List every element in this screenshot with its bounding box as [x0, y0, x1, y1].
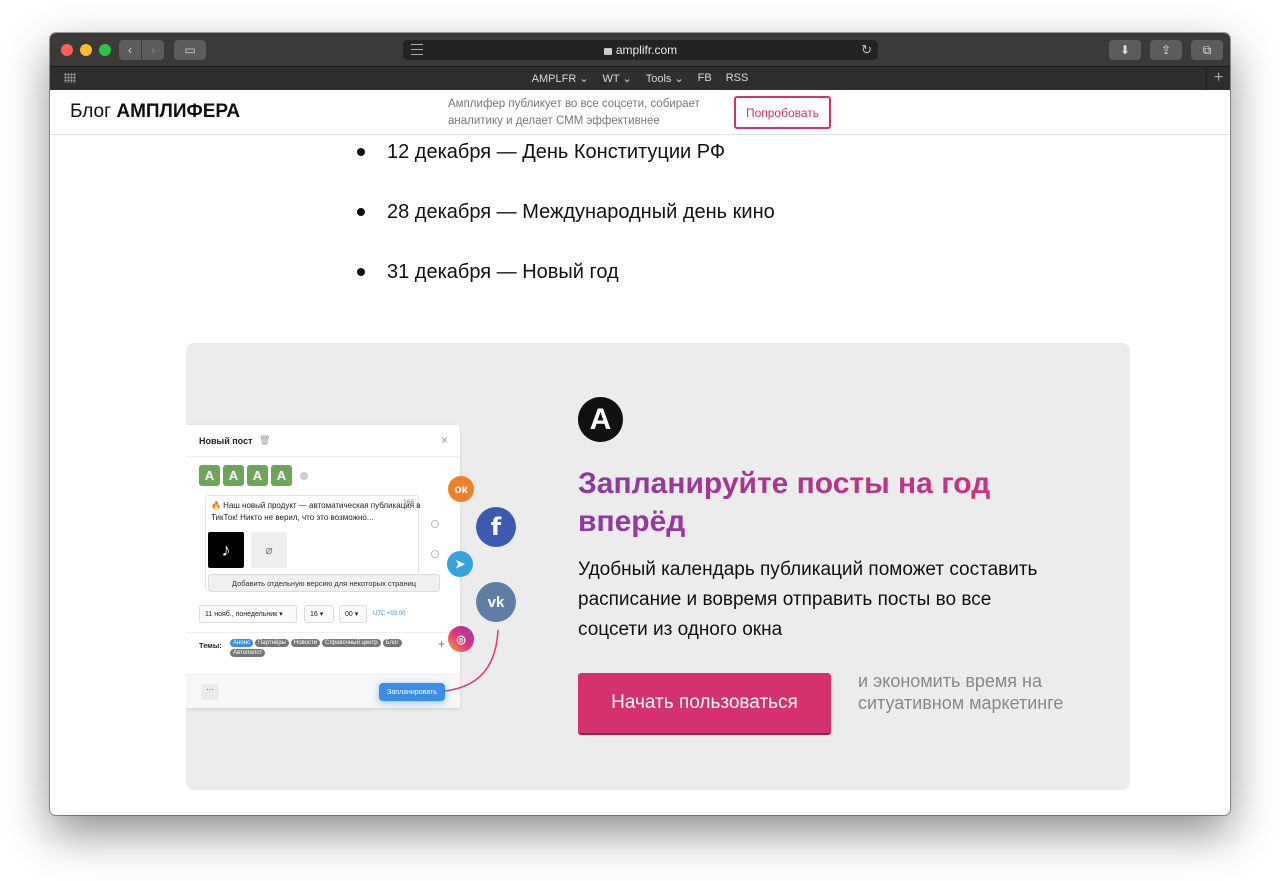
divider — [186, 456, 460, 457]
schedule-button: Запланировать — [379, 683, 445, 701]
url-text: amplifr.com — [615, 43, 678, 57]
tag: Блог — [382, 639, 402, 647]
bookmarks-bar: AMPLFR ⌄ WT ⌄ Tools ⌄ FB RSS + — [50, 66, 1230, 91]
attach-icon: ⌀ — [251, 532, 287, 568]
forward-button[interactable]: › — [142, 40, 164, 60]
settings-icon — [431, 550, 439, 558]
reader-icon[interactable] — [411, 44, 423, 55]
downloads-button[interactable]: ⬇ — [1109, 40, 1141, 60]
avatar: A — [247, 465, 268, 486]
browser-window: ‹ › ▭ amplifr.com ↻ ⬇ ⇪ ⧉ AMPLFR ⌄ WT ⌄ To… — [50, 33, 1230, 815]
new-tab-button[interactable]: + — [1206, 67, 1230, 91]
theme-tags: Анонс Партнёры Новости Справочный центр … — [230, 639, 420, 657]
avatar: A — [271, 465, 292, 486]
add-account-icon — [300, 471, 308, 480]
tag: Новости — [290, 639, 321, 647]
emoji-icon — [431, 520, 439, 528]
telegram-icon: ➤ — [447, 551, 473, 577]
facebook-icon: f — [476, 507, 516, 547]
list-item: 28 декабря — Международный день кино — [355, 201, 775, 261]
lock-icon — [603, 47, 612, 55]
avatar: A — [223, 465, 244, 486]
char-count: 166 — [403, 499, 414, 506]
share-button[interactable]: ⇪ — [1150, 40, 1182, 60]
add-version-button: Добавить отдельную версию для некоторых … — [208, 574, 440, 592]
bookmark-item[interactable]: AMPLFR ⌄ — [532, 72, 589, 85]
odnoklassniki-icon: ок — [448, 476, 474, 502]
date-select: 11 нояб., понедельник ▾ — [199, 605, 297, 623]
timezone-label: UTC +03:00 — [373, 611, 406, 617]
tag: Анонс — [230, 639, 253, 647]
close-icon: × — [440, 433, 448, 447]
cta-note: и экономить время на ситуативном маркети… — [858, 671, 1064, 713]
bookmark-item[interactable]: Tools ⌄ — [646, 72, 684, 85]
try-button[interactable]: Попробовать — [734, 96, 831, 129]
account-avatars: A A A A — [199, 465, 308, 486]
avatar: A — [199, 465, 220, 486]
instagram-icon: ◎ — [448, 626, 474, 652]
list-item: 12 декабря — День Конституции РФ — [355, 141, 775, 201]
tag: Автопилот — [230, 649, 266, 657]
tag: Справочный центр — [322, 639, 381, 647]
mock-title: Новый пост — [199, 436, 253, 446]
back-button[interactable]: ‹ — [119, 40, 141, 60]
logo-bold-text: АМПЛИФЕРА — [116, 101, 241, 122]
zoom-window-button[interactable] — [99, 44, 111, 56]
start-using-button[interactable]: Начать пользоваться — [578, 673, 831, 735]
titlebar: ‹ › ▭ amplifr.com ↻ ⬇ ⇪ ⧉ — [50, 33, 1230, 66]
post-editor: 🔥 Наш новый продукт — автоматическая пуб… — [205, 495, 440, 592]
hour-select: 16 ▾ — [304, 605, 334, 623]
site-header: Блог АМПЛИФЕРА Амплифер публикует во все… — [50, 90, 1230, 135]
promo-text: Удобный календарь публикаций поможет сос… — [578, 559, 1038, 640]
blog-logo[interactable]: Блог АМПЛИФЕРА — [70, 101, 240, 123]
holiday-list: 12 декабря — День Конституции РФ 28 дека… — [355, 141, 775, 321]
sidebar-toggle-button[interactable]: ▭ — [174, 40, 206, 60]
promo-banner: Новый пост 🗑 × A A A A 🔥 Наш новый проду… — [186, 343, 1130, 790]
reload-icon[interactable]: ↻ — [861, 42, 872, 58]
tag: Партнёры — [254, 639, 289, 647]
minute-select: 00 ▾ — [339, 605, 367, 623]
trash-icon: 🗑 — [259, 435, 271, 445]
minimize-window-button[interactable] — [80, 44, 92, 56]
close-window-button[interactable] — [61, 44, 73, 56]
address-bar[interactable]: amplifr.com ↻ — [403, 40, 878, 60]
logo-light-text: Блог — [70, 101, 117, 122]
tiktok-icon: ♪ — [208, 532, 244, 568]
themes-label: Темы: — [199, 641, 222, 650]
bookmark-item[interactable]: WT ⌄ — [603, 72, 632, 85]
tabs-overview-button[interactable]: ⧉ — [1191, 40, 1223, 60]
list-item: 31 декабря — Новый год — [355, 261, 775, 321]
mock-footer: ··· Запланировать — [186, 674, 460, 708]
more-button: ··· — [201, 684, 219, 700]
post-text: 🔥 Наш новый продукт — автоматическая пуб… — [211, 501, 421, 522]
divider — [186, 632, 460, 633]
bookmark-items: AMPLFR ⌄ WT ⌄ Tools ⌄ FB RSS — [50, 72, 1230, 85]
header-tagline: Амплифер публикует во все соцсети, собир… — [448, 98, 700, 127]
bookmark-item[interactable]: FB — [698, 72, 712, 85]
vk-icon: vk — [476, 582, 516, 622]
bookmark-item[interactable]: RSS — [726, 72, 749, 85]
promo-title: Запланируйте посты на год вперёд — [578, 465, 1048, 541]
amplifer-logo-icon: A — [578, 397, 623, 442]
new-post-mockup: Новый пост 🗑 × A A A A 🔥 Наш новый проду… — [186, 425, 460, 708]
